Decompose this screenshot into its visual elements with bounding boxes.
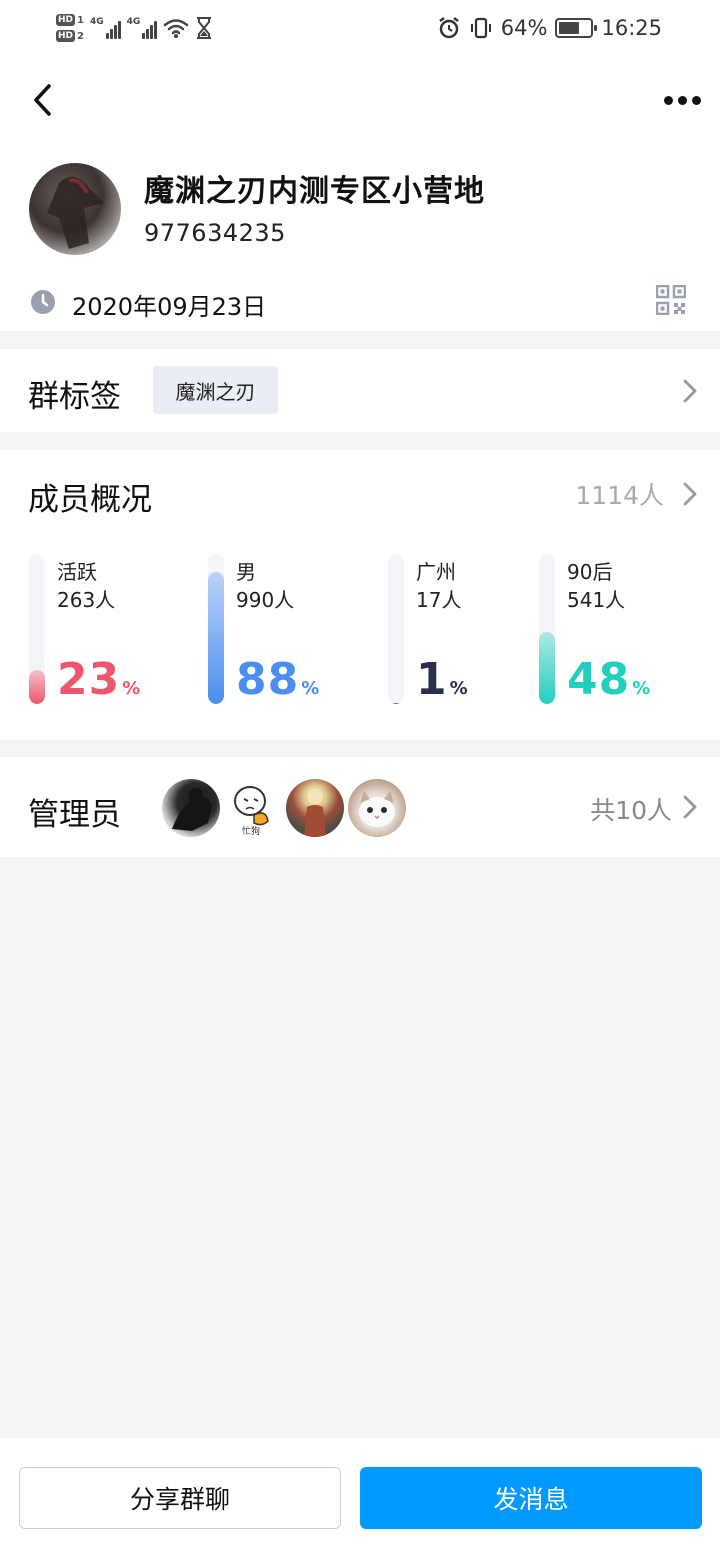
- stat-bar-track: [539, 554, 555, 704]
- bottom-action-bar: 分享群聊 发消息: [0, 1438, 720, 1560]
- group-avatar[interactable]: [29, 163, 121, 255]
- admin-avatar[interactable]: [286, 779, 344, 837]
- member-overview[interactable]: 成员概况 1114人 活跃 263人 23% 男 990人 88% 广州 17人…: [0, 450, 720, 740]
- battery-icon: [555, 18, 598, 38]
- stat-bar-fill: [388, 702, 404, 704]
- stat-percent-value: 1: [416, 654, 448, 705]
- stat-percent: 1%: [416, 654, 468, 705]
- stat-label: 活跃: [57, 560, 97, 584]
- battery-level: [559, 22, 579, 34]
- sim2-badge: HD 2: [56, 30, 84, 42]
- group-tags-row[interactable]: 群标签 魔渊之刃: [0, 349, 720, 432]
- stat-count: 541人: [567, 588, 626, 612]
- sim1-badge: HD 1: [56, 14, 84, 26]
- admin-avatar[interactable]: 忙狗: [224, 779, 282, 837]
- stat-percent-value: 48: [567, 654, 631, 705]
- stat-percent: 23%: [57, 654, 140, 705]
- clock-time: 16:25: [601, 16, 662, 40]
- avatar-caption: 忙狗: [242, 825, 260, 837]
- admins-row[interactable]: 管理员 忙狗 共10人: [0, 757, 720, 857]
- stat-male: 男 990人 88%: [208, 554, 368, 705]
- stat-count: 990人: [236, 588, 295, 612]
- dot: [691, 95, 701, 105]
- sim2-number: 2: [77, 30, 84, 42]
- sim1-number: 1: [77, 14, 84, 26]
- clock-icon: [31, 290, 55, 314]
- alarm-icon: [439, 17, 459, 39]
- battery-percent: 64%: [500, 16, 548, 40]
- back-button[interactable]: [22, 76, 62, 124]
- member-overview-title: 成员概况: [28, 482, 152, 518]
- chevron-right-icon: [683, 482, 697, 506]
- status-bar: HD 1 HD 2 4G 4G 64% 16:25: [0, 0, 720, 56]
- member-total: 1114人: [575, 481, 664, 510]
- back-arrow-icon: [34, 84, 51, 116]
- vibrate-icon: [470, 17, 491, 39]
- stat-label: 男: [236, 560, 256, 584]
- chevron-right-icon: [683, 379, 697, 403]
- stat-region: 广州 17人 1%: [388, 554, 548, 705]
- avatar-art: [359, 791, 395, 827]
- stat-percent-unit: %: [301, 678, 320, 699]
- admins-title: 管理员: [28, 797, 121, 833]
- stat-bar-track: [29, 554, 45, 704]
- stat-age: 90后 541人 48%: [539, 554, 699, 705]
- admin-avatar[interactable]: [348, 779, 406, 837]
- avatar-art: [47, 176, 104, 249]
- hourglass-icon: [197, 17, 212, 39]
- status-right: 64% 16:25: [437, 14, 662, 42]
- network-type-2: 4G: [126, 17, 141, 27]
- hd-icon: HD: [56, 30, 76, 42]
- group-name: 魔渊之刃内测专区小营地: [144, 174, 485, 209]
- wifi-icon: [164, 19, 189, 38]
- stat-label: 90后: [567, 560, 613, 584]
- status-left: HD 1 HD 2 4G 4G: [56, 8, 213, 48]
- avatar-art: [172, 788, 212, 831]
- stat-active: 活跃 263人 23%: [29, 554, 189, 705]
- stat-count: 17人: [416, 588, 462, 612]
- chevron-right-icon: [683, 795, 697, 819]
- stat-percent-unit: %: [632, 678, 651, 699]
- stat-count: 263人: [57, 588, 116, 612]
- stat-percent-value: 23: [57, 654, 121, 705]
- create-date: 2020年09月23日: [72, 293, 267, 321]
- avatar-art: 忙狗: [234, 786, 269, 837]
- signal-icon-2: 4G: [127, 17, 158, 39]
- stat-bar-fill: [539, 632, 555, 704]
- admin-avatars: 忙狗: [162, 779, 406, 837]
- dot: [663, 95, 673, 105]
- group-tag-chip: 魔渊之刃: [153, 366, 278, 414]
- stat-percent: 88%: [236, 654, 319, 705]
- signal-icon-1: 4G: [90, 17, 121, 39]
- admin-count: 共10人: [590, 796, 672, 825]
- stat-bar-track: [208, 554, 224, 704]
- sim-badges: HD 1 HD 2: [56, 14, 84, 42]
- group-tags-title: 群标签: [28, 379, 121, 415]
- group-header: 魔渊之刃内测专区小营地 977634235 2020年09月23日: [0, 56, 720, 331]
- stat-percent-unit: %: [449, 678, 468, 699]
- hd-icon: HD: [56, 14, 76, 26]
- dot: [677, 95, 687, 105]
- stat-percent: 48%: [567, 654, 650, 705]
- qr-code-icon[interactable]: [656, 285, 686, 315]
- stat-bar-fill: [208, 572, 224, 704]
- stat-percent-unit: %: [122, 678, 141, 699]
- share-group-button[interactable]: 分享群聊: [19, 1467, 341, 1529]
- send-message-button[interactable]: 发消息: [360, 1467, 702, 1529]
- stat-bar-track: [388, 554, 404, 704]
- more-options-button[interactable]: [658, 80, 706, 120]
- group-id: 977634235: [144, 219, 286, 247]
- network-type-1: 4G: [89, 17, 104, 27]
- stat-percent-value: 88: [236, 654, 300, 705]
- stat-label: 广州: [416, 560, 456, 584]
- stat-bar-fill: [29, 669, 45, 704]
- avatar-art: [304, 788, 326, 837]
- admin-avatar[interactable]: [162, 779, 220, 837]
